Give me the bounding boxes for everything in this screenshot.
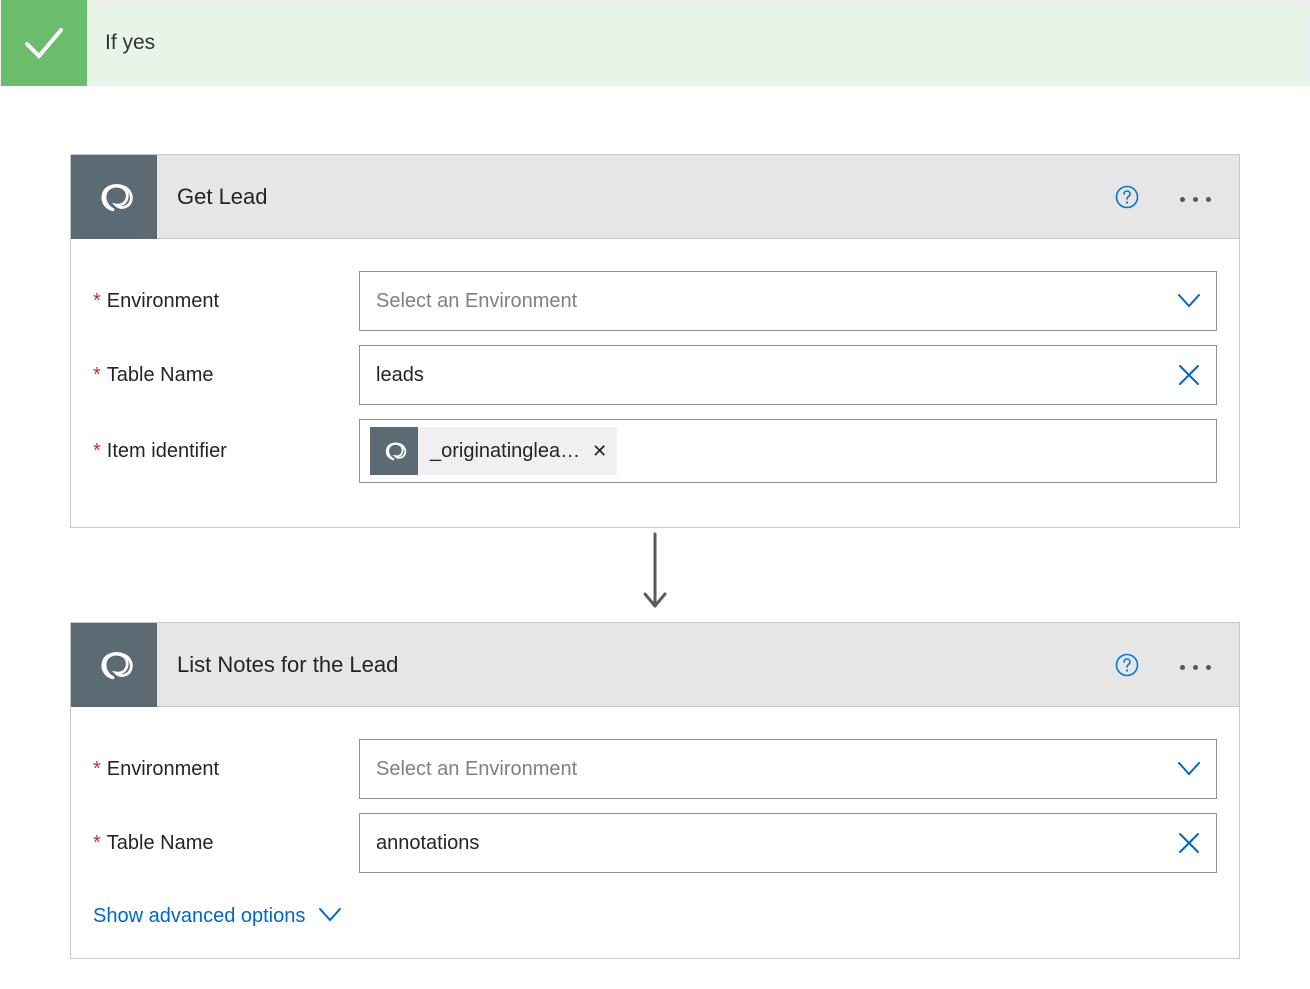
chevron-down-icon — [1178, 762, 1200, 776]
field-label: *Table Name — [93, 832, 359, 855]
token-text: _originatinglea… — [418, 440, 592, 463]
help-icon[interactable] — [1112, 650, 1142, 680]
environment-select[interactable]: Select an Environment — [359, 271, 1217, 331]
table-name-input[interactable]: annotations — [359, 813, 1217, 873]
help-icon[interactable] — [1112, 182, 1142, 212]
chevron-down-icon — [319, 905, 341, 928]
clear-icon[interactable] — [1178, 364, 1200, 386]
card-title: List Notes for the Lead — [157, 652, 1112, 678]
card-body: *Environment Select an Environment *Tabl… — [71, 239, 1239, 527]
dataverse-icon — [370, 427, 418, 475]
field-label-text: Environment — [107, 758, 219, 781]
card-body: *Environment Select an Environment *Tabl… — [71, 707, 1239, 958]
chevron-down-icon — [1178, 294, 1200, 308]
condition-label: If yes — [87, 31, 155, 55]
table-name-input[interactable]: leads — [359, 345, 1217, 405]
field-label-text: Environment — [107, 290, 219, 313]
check-icon — [1, 0, 87, 86]
dataverse-icon — [71, 155, 157, 239]
table-name-value: leads — [376, 364, 1178, 387]
more-icon[interactable] — [1170, 649, 1221, 680]
action-card-get-lead: Get Lead *Environment Select an Environm… — [70, 154, 1240, 528]
condition-header: If yes — [0, 0, 1310, 86]
dataverse-icon — [71, 623, 157, 707]
environment-select[interactable]: Select an Environment — [359, 739, 1217, 799]
table-name-value: annotations — [376, 832, 1178, 855]
clear-icon[interactable] — [1178, 832, 1200, 854]
field-label-text: Table Name — [107, 364, 214, 387]
environment-placeholder: Select an Environment — [376, 290, 1178, 313]
card-title: Get Lead — [157, 184, 1112, 210]
more-icon[interactable] — [1170, 181, 1221, 212]
field-row-environment: *Environment Select an Environment — [93, 271, 1217, 331]
action-card-list-notes: List Notes for the Lead *Environment Sel… — [70, 622, 1240, 959]
field-label: *Environment — [93, 758, 359, 781]
show-advanced-options[interactable]: Show advanced options — [93, 905, 341, 928]
field-label-text: Item identifier — [107, 440, 227, 463]
token-remove-icon[interactable]: ✕ — [592, 441, 617, 462]
card-header[interactable]: List Notes for the Lead — [71, 623, 1239, 707]
field-row-table: *Table Name annotations — [93, 813, 1217, 873]
field-label: *Item identifier — [93, 440, 359, 463]
card-header[interactable]: Get Lead — [71, 155, 1239, 239]
advanced-options-label: Show advanced options — [93, 905, 305, 928]
environment-placeholder: Select an Environment — [376, 758, 1178, 781]
field-label-text: Table Name — [107, 832, 214, 855]
field-row-table: *Table Name leads — [93, 345, 1217, 405]
connector-arrow — [642, 532, 668, 618]
field-row-environment: *Environment Select an Environment — [93, 739, 1217, 799]
field-label: *Table Name — [93, 364, 359, 387]
dynamic-token[interactable]: _originatinglea… ✕ — [370, 427, 617, 475]
item-identifier-input[interactable]: _originatinglea… ✕ — [359, 419, 1217, 483]
field-label: *Environment — [93, 290, 359, 313]
field-row-item-id: *Item identifier _originatinglea… ✕ — [93, 419, 1217, 483]
